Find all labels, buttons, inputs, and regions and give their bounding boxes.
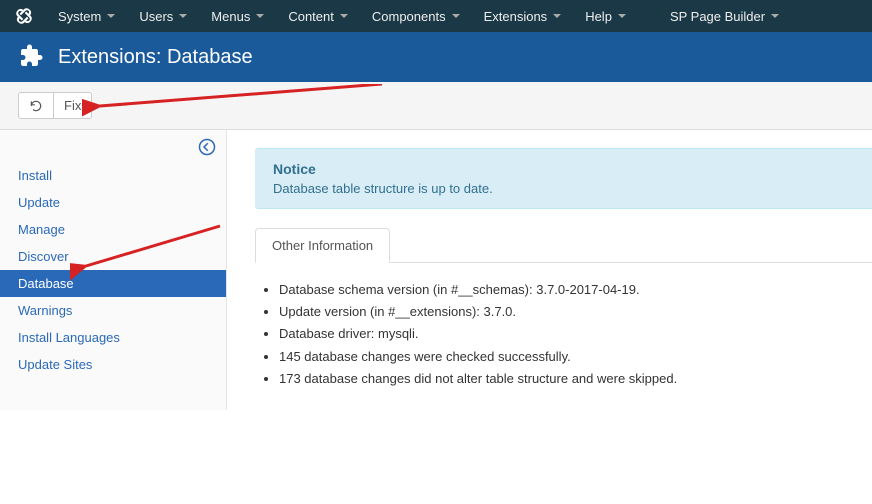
topmenu-label: Extensions [484, 9, 548, 24]
sidebar-item-update-sites[interactable]: Update Sites [0, 351, 226, 378]
joomla-logo-icon[interactable] [10, 2, 38, 30]
topmenu-label: Users [139, 9, 173, 24]
chevron-down-icon [618, 14, 626, 18]
toolbar: Fix [0, 82, 872, 130]
collapse-sidebar-button[interactable] [198, 138, 216, 159]
chevron-down-icon [553, 14, 561, 18]
fix-icon-button[interactable] [18, 92, 54, 119]
topmenu-label: Components [372, 9, 446, 24]
main-panel: Notice Database table structure is up to… [227, 130, 872, 410]
topmenu-label: Help [585, 9, 612, 24]
annotation-arrow-icon [82, 84, 382, 124]
topmenu-sp-page-builder[interactable]: SP Page Builder [658, 3, 791, 30]
chevron-down-icon [179, 14, 187, 18]
sidebar-item-discover[interactable]: Discover [0, 243, 226, 270]
fix-button[interactable]: Fix [54, 92, 92, 119]
other-info-list: Database schema version (in #__schemas):… [255, 281, 872, 388]
info-line: Database driver: mysqli. [279, 325, 872, 343]
sidebar-item-label: Install [18, 168, 52, 183]
sidebar-item-database[interactable]: Database [0, 270, 226, 297]
topmenu-menus[interactable]: Menus [199, 3, 276, 30]
topmenu-label: Content [288, 9, 334, 24]
puzzle-piece-icon [20, 44, 44, 71]
chevron-down-icon [340, 14, 348, 18]
info-line: Database schema version (in #__schemas):… [279, 281, 872, 299]
notice-text: Database table structure is up to date. [273, 181, 854, 196]
sidebar-item-warnings[interactable]: Warnings [0, 297, 226, 324]
sidebar-item-label: Update [18, 195, 60, 210]
top-menu-bar: System Users Menus Content Components Ex… [0, 0, 872, 32]
tab-other-information[interactable]: Other Information [255, 228, 390, 263]
topmenu-system[interactable]: System [46, 3, 127, 30]
topmenu-label: SP Page Builder [670, 9, 765, 24]
chevron-down-icon [452, 14, 460, 18]
fix-label: Fix [64, 98, 81, 113]
tab-strip: Other Information [255, 227, 872, 263]
topmenu-help[interactable]: Help [573, 3, 638, 30]
sidebar-item-update[interactable]: Update [0, 189, 226, 216]
topmenu-label: System [58, 9, 101, 24]
chevron-down-icon [771, 14, 779, 18]
notice-box: Notice Database table structure is up to… [255, 148, 872, 209]
chevron-down-icon [107, 14, 115, 18]
notice-title: Notice [273, 161, 854, 177]
sidebar-item-manage[interactable]: Manage [0, 216, 226, 243]
sidebar-item-install-languages[interactable]: Install Languages [0, 324, 226, 351]
topmenu-extensions[interactable]: Extensions [472, 3, 574, 30]
sidebar: Install Update Manage Discover Database … [0, 130, 227, 410]
sidebar-list: Install Update Manage Discover Database … [0, 162, 226, 378]
sidebar-item-label: Manage [18, 222, 65, 237]
refresh-icon [29, 99, 43, 113]
page-header: Extensions: Database [0, 32, 872, 82]
sidebar-item-label: Install Languages [18, 330, 120, 345]
sidebar-item-install[interactable]: Install [0, 162, 226, 189]
info-line: Update version (in #__extensions): 3.7.0… [279, 303, 872, 321]
sidebar-item-label: Warnings [18, 303, 72, 318]
info-line: 145 database changes were checked succes… [279, 348, 872, 366]
sidebar-item-label: Discover [18, 249, 69, 264]
tab-label: Other Information [272, 238, 373, 253]
page-title: Extensions: Database [58, 46, 253, 69]
arrow-left-circle-icon [198, 138, 216, 156]
topmenu-components[interactable]: Components [360, 3, 472, 30]
sidebar-item-label: Database [18, 276, 74, 291]
chevron-down-icon [256, 14, 264, 18]
topmenu-label: Menus [211, 9, 250, 24]
sidebar-item-label: Update Sites [18, 357, 92, 372]
topmenu-content[interactable]: Content [276, 3, 360, 30]
info-line: 173 database changes did not alter table… [279, 370, 872, 388]
topmenu-users[interactable]: Users [127, 3, 199, 30]
